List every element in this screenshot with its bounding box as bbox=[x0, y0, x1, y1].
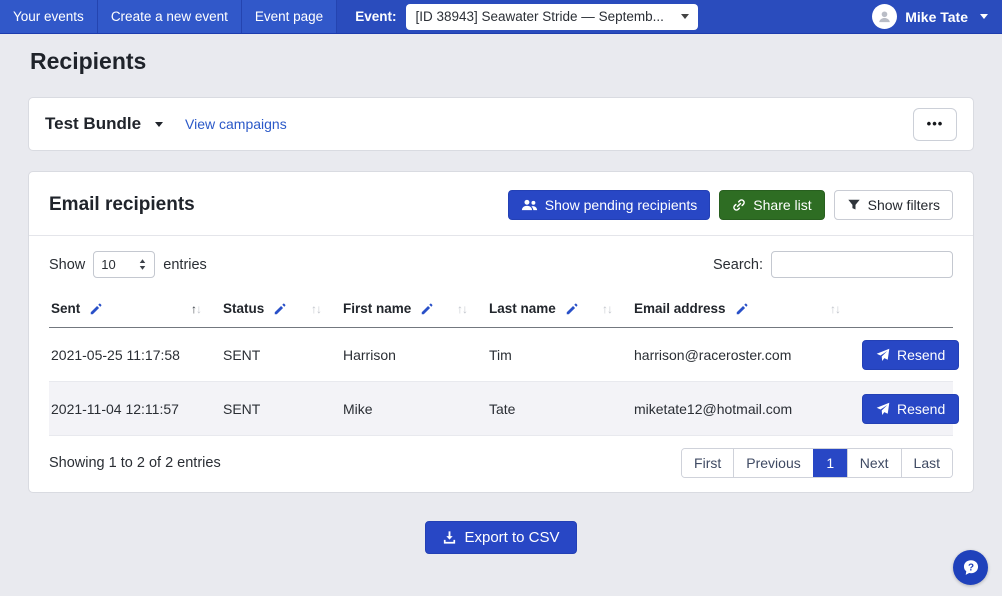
sort-toggle[interactable]: ↑↓ bbox=[830, 302, 840, 316]
search-input[interactable] bbox=[771, 251, 953, 278]
recipients-table: Sent ↑↓ Status ↑↓ First name bbox=[49, 292, 953, 436]
edit-column-icon[interactable] bbox=[420, 302, 434, 316]
cell-status: SENT bbox=[221, 328, 341, 382]
cell-last-name: Tate bbox=[487, 382, 632, 436]
bundle-bar: Test Bundle View campaigns ••• bbox=[28, 97, 974, 151]
nav-create-event[interactable]: Create a new event bbox=[98, 0, 242, 33]
user-name: Mike Tate bbox=[905, 9, 988, 25]
download-icon bbox=[442, 530, 457, 545]
bundle-dropdown[interactable]: Test Bundle bbox=[45, 114, 163, 134]
entries-label: entries bbox=[163, 257, 207, 273]
show-filters-button[interactable]: Show filters bbox=[834, 190, 953, 220]
cell-status: SENT bbox=[221, 382, 341, 436]
users-icon bbox=[521, 198, 538, 212]
pagination: First Previous 1 Next Last bbox=[681, 448, 953, 478]
bundle-title: Test Bundle bbox=[45, 114, 141, 134]
column-header-status[interactable]: Status ↑↓ bbox=[221, 292, 341, 328]
event-select[interactable]: [ID 38943] Seawater Stride — Septemb... bbox=[406, 4, 698, 30]
cell-first-name: Harrison bbox=[341, 328, 487, 382]
entries-summary: Showing 1 to 2 of 2 entries bbox=[49, 455, 221, 471]
avatar bbox=[872, 4, 897, 29]
share-list-button[interactable]: Share list bbox=[719, 190, 824, 220]
view-campaigns-link[interactable]: View campaigns bbox=[185, 116, 287, 132]
cell-sent: 2021-05-25 11:17:58 bbox=[49, 328, 221, 382]
card-title: Email recipients bbox=[49, 194, 195, 216]
nav-your-events[interactable]: Your events bbox=[0, 0, 98, 33]
link-icon bbox=[732, 198, 746, 212]
show-label: Show bbox=[49, 257, 85, 273]
filter-icon bbox=[847, 198, 861, 212]
column-header-email[interactable]: Email address ↑↓ bbox=[632, 292, 860, 328]
chevron-down-icon bbox=[681, 14, 689, 19]
pagination-last[interactable]: Last bbox=[901, 449, 952, 477]
pagination-next[interactable]: Next bbox=[847, 449, 901, 477]
resend-button[interactable]: Resend bbox=[862, 394, 959, 424]
paper-plane-icon bbox=[876, 348, 890, 362]
svg-text:?: ? bbox=[967, 562, 973, 573]
sort-toggle[interactable]: ↑↓ bbox=[311, 302, 321, 316]
chevron-down-icon bbox=[155, 122, 163, 127]
cell-email: harrison@raceroster.com bbox=[632, 328, 860, 382]
pagination-first[interactable]: First bbox=[682, 449, 733, 477]
pagination-previous[interactable]: Previous bbox=[733, 449, 812, 477]
sort-toggle[interactable]: ↑↓ bbox=[191, 302, 201, 316]
sort-toggle[interactable]: ↑↓ bbox=[602, 302, 612, 316]
column-header-sent[interactable]: Sent ↑↓ bbox=[49, 292, 221, 328]
page-title: Recipients bbox=[28, 34, 974, 75]
divider bbox=[29, 235, 973, 236]
table-row: 2021-05-25 11:17:58 SENT Harrison Tim ha… bbox=[49, 328, 953, 382]
up-down-arrows-icon bbox=[138, 258, 147, 271]
top-navbar: Your events Create a new event Event pag… bbox=[0, 0, 1002, 34]
user-menu[interactable]: Mike Tate bbox=[872, 0, 1002, 33]
cell-email: miketate12@hotmail.com bbox=[632, 382, 860, 436]
cell-sent: 2021-11-04 12:11:57 bbox=[49, 382, 221, 436]
paper-plane-icon bbox=[876, 402, 890, 416]
question-bubble-icon: ? bbox=[960, 557, 982, 579]
table-row: 2021-11-04 12:11:57 SENT Mike Tate miket… bbox=[49, 382, 953, 436]
column-header-actions bbox=[860, 292, 953, 328]
edit-column-icon[interactable] bbox=[89, 302, 103, 316]
cell-last-name: Tim bbox=[487, 328, 632, 382]
sort-toggle[interactable]: ↑↓ bbox=[457, 302, 467, 316]
export-csv-button[interactable]: Export to CSV bbox=[425, 521, 576, 554]
pagination-page-1[interactable]: 1 bbox=[813, 449, 847, 477]
chevron-down-icon bbox=[980, 14, 988, 19]
event-select-value: [ID 38943] Seawater Stride — Septemb... bbox=[415, 9, 675, 24]
more-options-button[interactable]: ••• bbox=[913, 108, 957, 141]
resend-button[interactable]: Resend bbox=[862, 340, 959, 370]
event-label: Event: bbox=[355, 0, 396, 33]
nav-event-page[interactable]: Event page bbox=[242, 0, 337, 33]
email-recipients-card: Email recipients Show pending recipients… bbox=[28, 171, 974, 493]
edit-column-icon[interactable] bbox=[273, 302, 287, 316]
column-header-first-name[interactable]: First name ↑↓ bbox=[341, 292, 487, 328]
column-header-last-name[interactable]: Last name ↑↓ bbox=[487, 292, 632, 328]
search-label: Search: bbox=[713, 257, 763, 273]
cell-first-name: Mike bbox=[341, 382, 487, 436]
edit-column-icon[interactable] bbox=[735, 302, 749, 316]
entries-per-page-select[interactable]: 10 bbox=[93, 251, 155, 278]
help-button[interactable]: ? bbox=[953, 550, 988, 585]
edit-column-icon[interactable] bbox=[565, 302, 579, 316]
show-pending-recipients-button[interactable]: Show pending recipients bbox=[508, 190, 711, 220]
person-icon bbox=[877, 9, 892, 24]
